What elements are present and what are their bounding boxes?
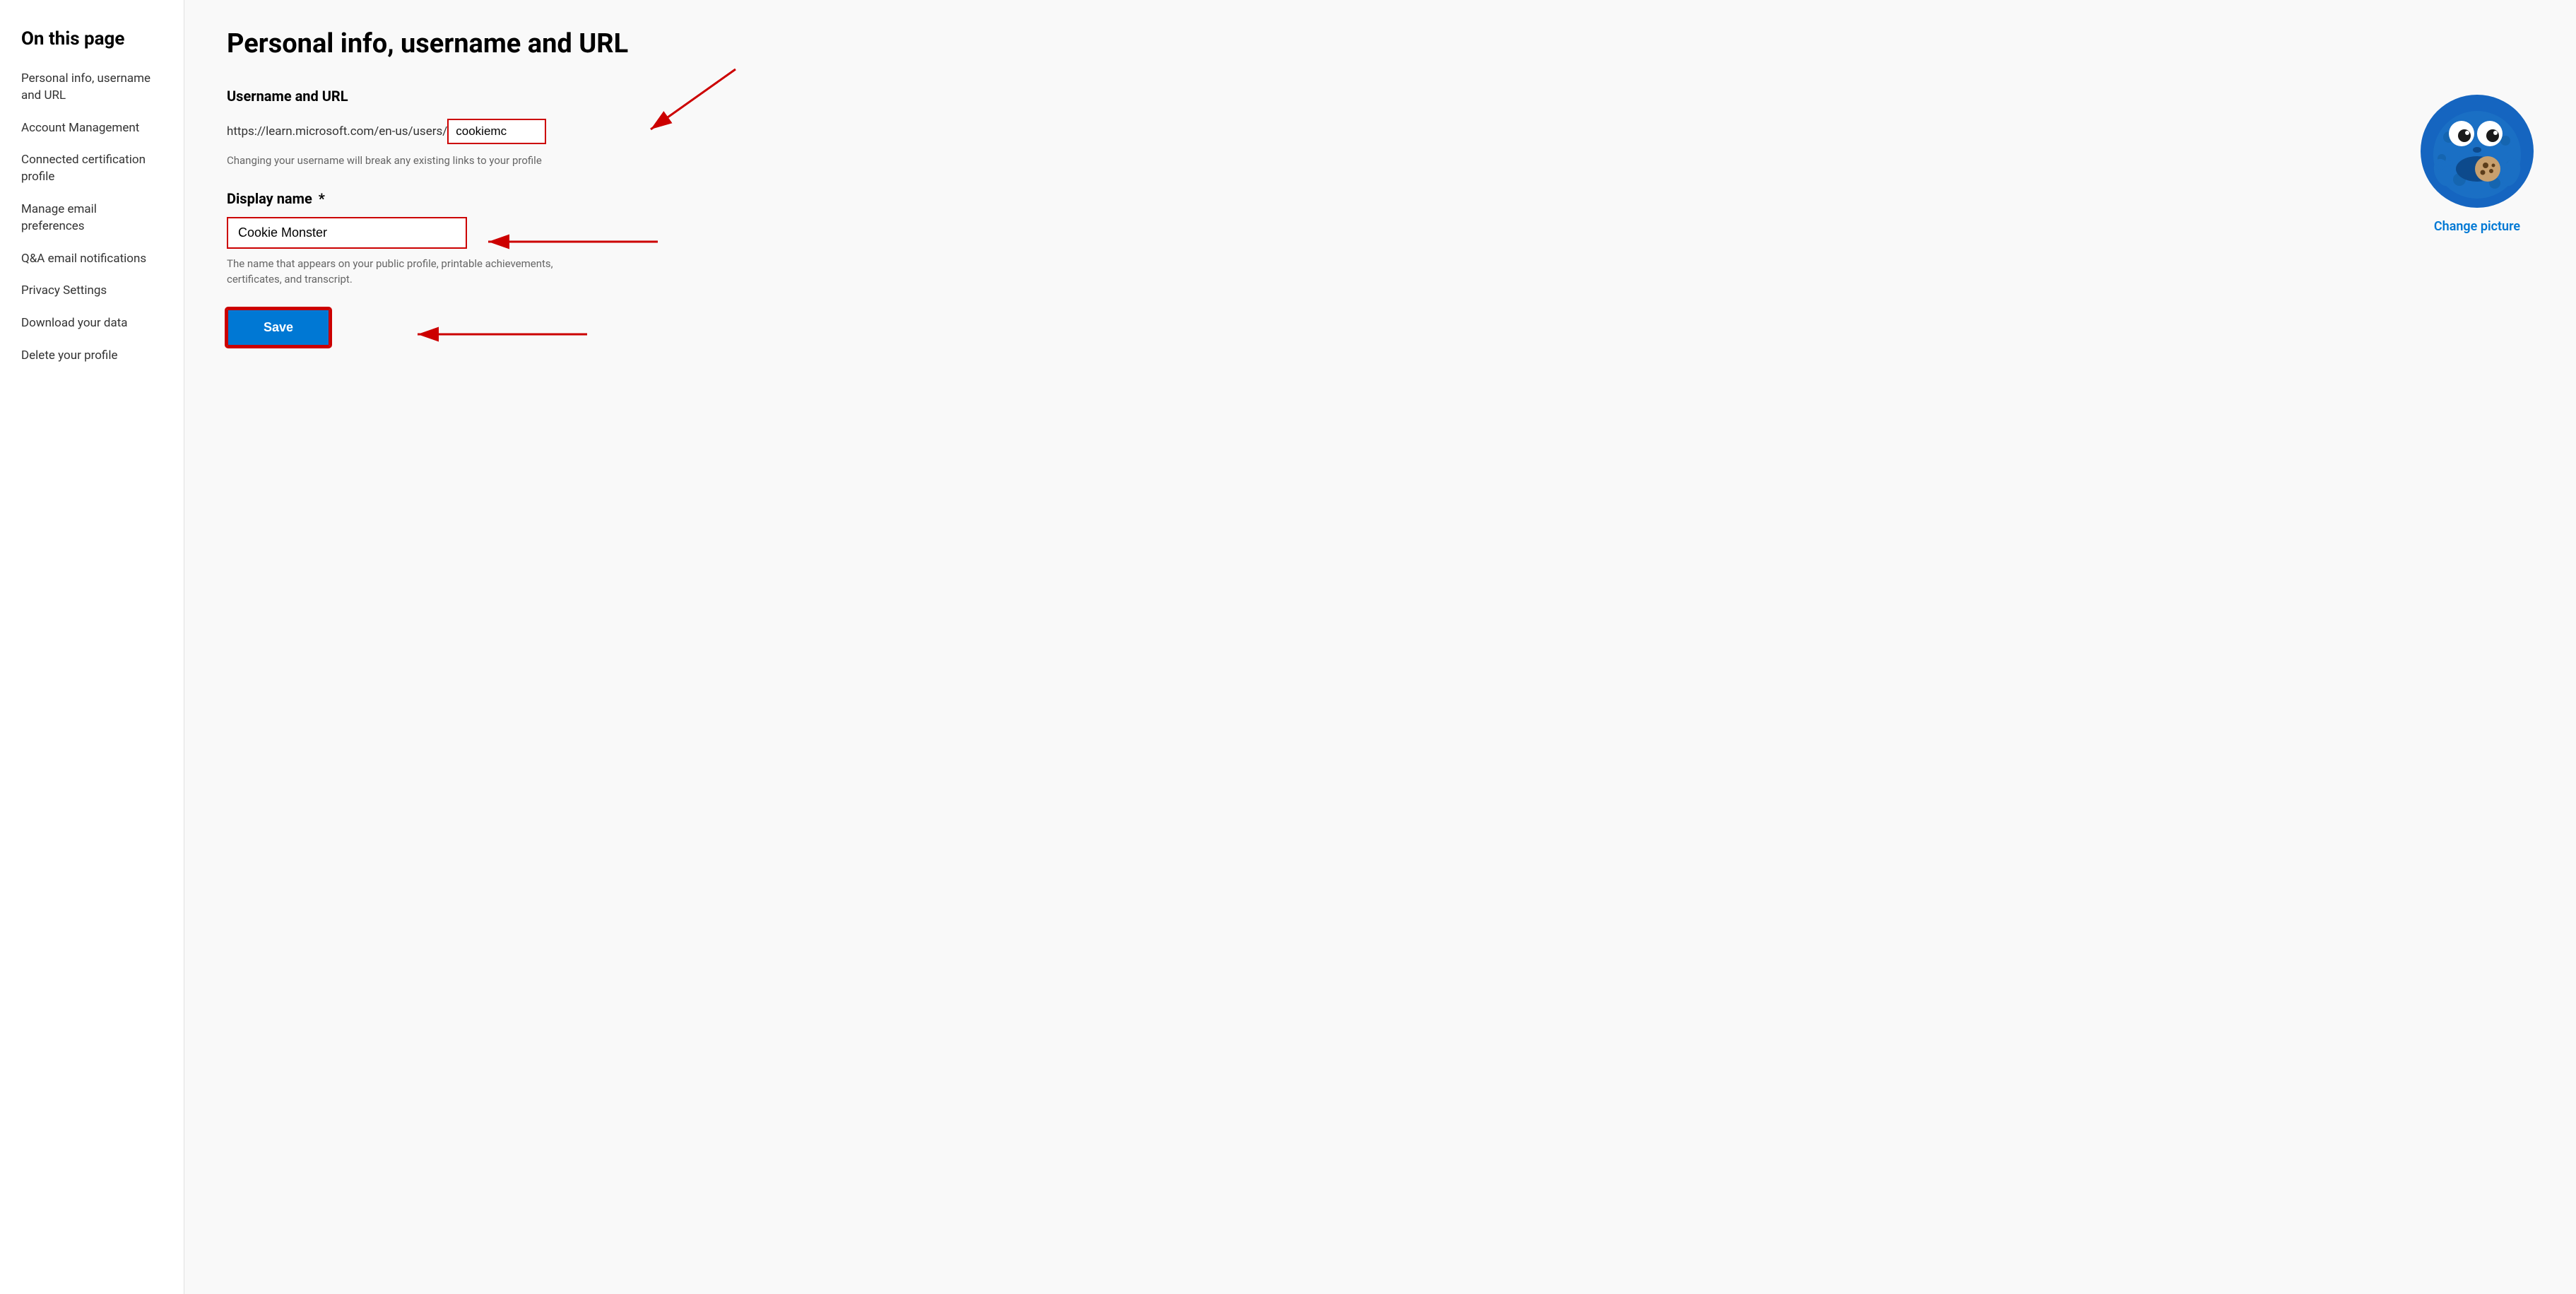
form-section: Username and URL https://learn.microsoft… <box>227 88 2378 346</box>
sidebar-title: On this page <box>21 28 163 49</box>
required-marker: * <box>319 190 325 207</box>
sidebar-item-privacy-settings[interactable]: Privacy Settings <box>21 283 163 300</box>
username-url-section: Username and URL https://learn.microsoft… <box>227 88 2378 169</box>
display-name-hint: The name that appears on your public pro… <box>227 256 566 288</box>
sidebar-link-personal-info[interactable]: Personal info, username and URL <box>21 71 150 102</box>
sidebar-item-delete-profile[interactable]: Delete your profile <box>21 348 163 365</box>
save-arrow-annotation <box>410 322 594 357</box>
url-row: https://learn.microsoft.com/en-us/users/ <box>227 119 2378 144</box>
sidebar-item-cert-profile[interactable]: Connected certification profile <box>21 152 163 186</box>
username-hint: Changing your username will break any ex… <box>227 153 566 169</box>
sidebar-link-qa-notifications[interactable]: Q&A email notifications <box>21 252 146 266</box>
sidebar-item-personal-info[interactable]: Personal info, username and URL <box>21 71 163 105</box>
save-button[interactable]: Save <box>227 309 330 346</box>
sidebar-item-email-prefs[interactable]: Manage email preferences <box>21 201 163 235</box>
sidebar-item-qa-notifications[interactable]: Q&A email notifications <box>21 251 163 268</box>
url-base-text: https://learn.microsoft.com/en-us/users/ <box>227 124 447 139</box>
sidebar-link-email-prefs[interactable]: Manage email preferences <box>21 202 97 233</box>
display-name-section: Display name * The nam <box>227 190 2378 346</box>
sidebar-link-download-data[interactable]: Download your data <box>21 316 128 330</box>
main-content: Personal info, username and URL Username… <box>184 0 2576 1294</box>
sidebar-nav: Personal info, username and URL Account … <box>21 71 163 365</box>
cookie-monster-image <box>2428 102 2527 201</box>
sidebar-link-cert-profile[interactable]: Connected certification profile <box>21 153 146 184</box>
sidebar-link-delete-profile[interactable]: Delete your profile <box>21 348 117 363</box>
sidebar-item-account-management[interactable]: Account Management <box>21 120 163 137</box>
username-input[interactable] <box>447 119 546 144</box>
sidebar-item-download-data[interactable]: Download your data <box>21 315 163 332</box>
sidebar-link-account-management[interactable]: Account Management <box>21 121 139 135</box>
display-name-label: Display name * <box>227 190 2378 207</box>
avatar <box>2421 95 2534 208</box>
username-url-title: Username and URL <box>227 88 2378 105</box>
content-wrapper: Username and URL https://learn.microsoft… <box>227 88 2534 346</box>
change-picture-link[interactable]: Change picture <box>2434 219 2520 234</box>
display-name-arrow-annotation <box>481 224 665 259</box>
sidebar: On this page Personal info, username and… <box>0 0 184 1294</box>
page-title: Personal info, username and URL <box>227 28 2534 59</box>
display-name-input[interactable] <box>227 217 467 249</box>
avatar-section: Change picture <box>2421 88 2534 346</box>
sidebar-link-privacy-settings[interactable]: Privacy Settings <box>21 283 107 298</box>
